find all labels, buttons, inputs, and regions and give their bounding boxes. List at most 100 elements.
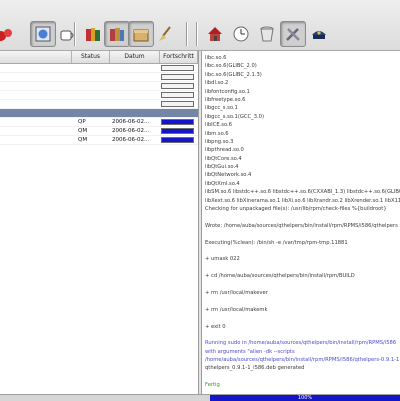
row-status xyxy=(78,91,108,99)
row-status xyxy=(78,73,108,81)
log-line: libdl.so.2 xyxy=(205,80,229,87)
log-line: libc.so.6(GLIBC_2.1.3) xyxy=(205,71,262,78)
log-line: /home/auba/sources/qthelpers/bin/install… xyxy=(205,357,400,364)
column-header-name[interactable] xyxy=(0,51,72,63)
row-name xyxy=(2,91,70,99)
toolbar-separator xyxy=(74,22,76,46)
table-row[interactable] xyxy=(0,73,198,82)
row-date xyxy=(112,73,160,81)
log-line: libpng.so.3 xyxy=(205,138,234,145)
log-line: libfontconfig.so.1 xyxy=(205,88,250,95)
row-date xyxy=(112,109,160,117)
log-line: with arguments "alien -dk --scripts xyxy=(205,348,295,355)
row-status: QP xyxy=(78,119,86,125)
log-line: Fertig xyxy=(205,382,220,389)
red-balls-button[interactable] xyxy=(0,21,18,47)
row-name xyxy=(2,64,70,72)
row-progress-bar xyxy=(161,74,194,80)
row-progress-bar xyxy=(161,119,194,125)
log-output-panel[interactable]: libc.so.6 libc.so.6(GLIBC_2.0) libc.so.6(G… xyxy=(201,51,400,394)
log-line: Checking for unpackaged file(s): /usr/li… xyxy=(205,206,387,213)
row-date xyxy=(112,64,160,72)
police-hat-button[interactable] xyxy=(306,21,332,47)
clock-button[interactable] xyxy=(228,21,254,47)
row-status xyxy=(78,100,108,108)
log-line: + rm /usr/local/makever xyxy=(205,289,268,296)
log-text: libc.so.6 libc.so.6(GLIBC_2.0) libc.so.6(G… xyxy=(205,54,400,390)
column-header-progress[interactable]: Fortschritt xyxy=(160,51,198,63)
table-row[interactable]: QM 2006-06-02... xyxy=(0,136,198,145)
log-line: Executing(%clean): /bin/sh -e /var/tmp/r… xyxy=(205,239,348,246)
log-line: libQtNetwork.so.4 xyxy=(205,172,252,179)
row-date xyxy=(112,91,160,99)
row-progress-fill xyxy=(162,120,193,124)
row-progress-bar xyxy=(161,128,194,134)
row-date xyxy=(112,100,160,108)
column-header-status[interactable]: Status xyxy=(72,51,110,63)
log-line: libfreetype.so.6 xyxy=(205,96,246,103)
row-status xyxy=(78,64,108,72)
log-line: libXext.so.6 libXinerama.so.1 libXi.so.6… xyxy=(205,197,400,204)
row-date: 2006-06-02... xyxy=(112,119,150,125)
log-line: libm.so.6 xyxy=(205,130,229,137)
trash-can-button[interactable] xyxy=(254,21,280,47)
log-line: + rm /usr/local/makemk xyxy=(205,306,268,313)
coffee-cup-button[interactable] xyxy=(54,21,80,47)
row-progress-bar xyxy=(161,137,194,143)
broom-button[interactable] xyxy=(152,21,178,47)
toolbar xyxy=(0,0,400,51)
row-name xyxy=(2,82,70,90)
row-progress-bar xyxy=(161,101,194,107)
job-rows: QP 2006-06-02... QM 2006-06-02... QM 2006-06-… xyxy=(0,64,198,145)
toolbar-separator xyxy=(196,22,198,46)
copy-books-button[interactable] xyxy=(104,21,130,47)
log-line: libQtGui.so.4 xyxy=(205,164,239,171)
globe-view-button[interactable] xyxy=(30,21,56,47)
row-status xyxy=(78,82,108,90)
books-button[interactable] xyxy=(80,21,106,47)
job-list-panel: Status Datum Fortschritt QP 2006-06-02...… xyxy=(0,51,199,394)
table-row[interactable] xyxy=(0,64,198,73)
table-row[interactable] xyxy=(0,82,198,91)
row-progress-bar xyxy=(161,92,194,98)
table-row[interactable]: QM 2006-06-02... xyxy=(0,127,198,136)
row-progress-fill xyxy=(162,129,193,133)
row-name xyxy=(2,109,70,117)
row-name xyxy=(2,73,70,81)
table-header: Status Datum Fortschritt xyxy=(0,51,198,64)
overall-progress-bar: 100% xyxy=(210,395,400,401)
row-name xyxy=(2,100,70,108)
row-date: 2006-06-02... xyxy=(112,128,150,134)
log-line: libpthread.so.0 xyxy=(205,147,244,154)
log-line: libc.so.6 xyxy=(205,55,227,61)
column-header-date[interactable]: Datum xyxy=(110,51,160,63)
log-line: libQtCore.so.4 xyxy=(205,155,242,162)
toolbar-separator xyxy=(186,22,188,46)
log-line: Wrote: /home/auba/sources/qthelpers/bin/… xyxy=(205,222,398,229)
package-box-button[interactable] xyxy=(128,21,154,47)
log-line: libICE.so.6 xyxy=(205,122,232,129)
log-line: libc.so.6(GLIBC_2.0) xyxy=(205,63,257,70)
row-progress-fill xyxy=(162,138,193,142)
house-red-button[interactable] xyxy=(202,21,228,47)
row-progress-bar xyxy=(161,83,194,89)
table-row[interactable] xyxy=(0,109,198,118)
log-line: qthelpers_0.9.1-1_i586.deb generated xyxy=(205,365,305,372)
log-line: libgcc_s.so.1 xyxy=(205,105,238,112)
row-status: QM xyxy=(78,137,88,143)
row-name xyxy=(2,136,70,144)
table-row[interactable] xyxy=(0,91,198,100)
tools-button[interactable] xyxy=(280,21,306,47)
log-line: libgcc_s.so.1(GCC_3.0) xyxy=(205,113,265,120)
table-row[interactable] xyxy=(0,100,198,109)
row-name xyxy=(2,118,70,126)
log-line: + exit 0 xyxy=(205,323,226,330)
table-row[interactable]: QP 2006-06-02... xyxy=(0,118,198,127)
